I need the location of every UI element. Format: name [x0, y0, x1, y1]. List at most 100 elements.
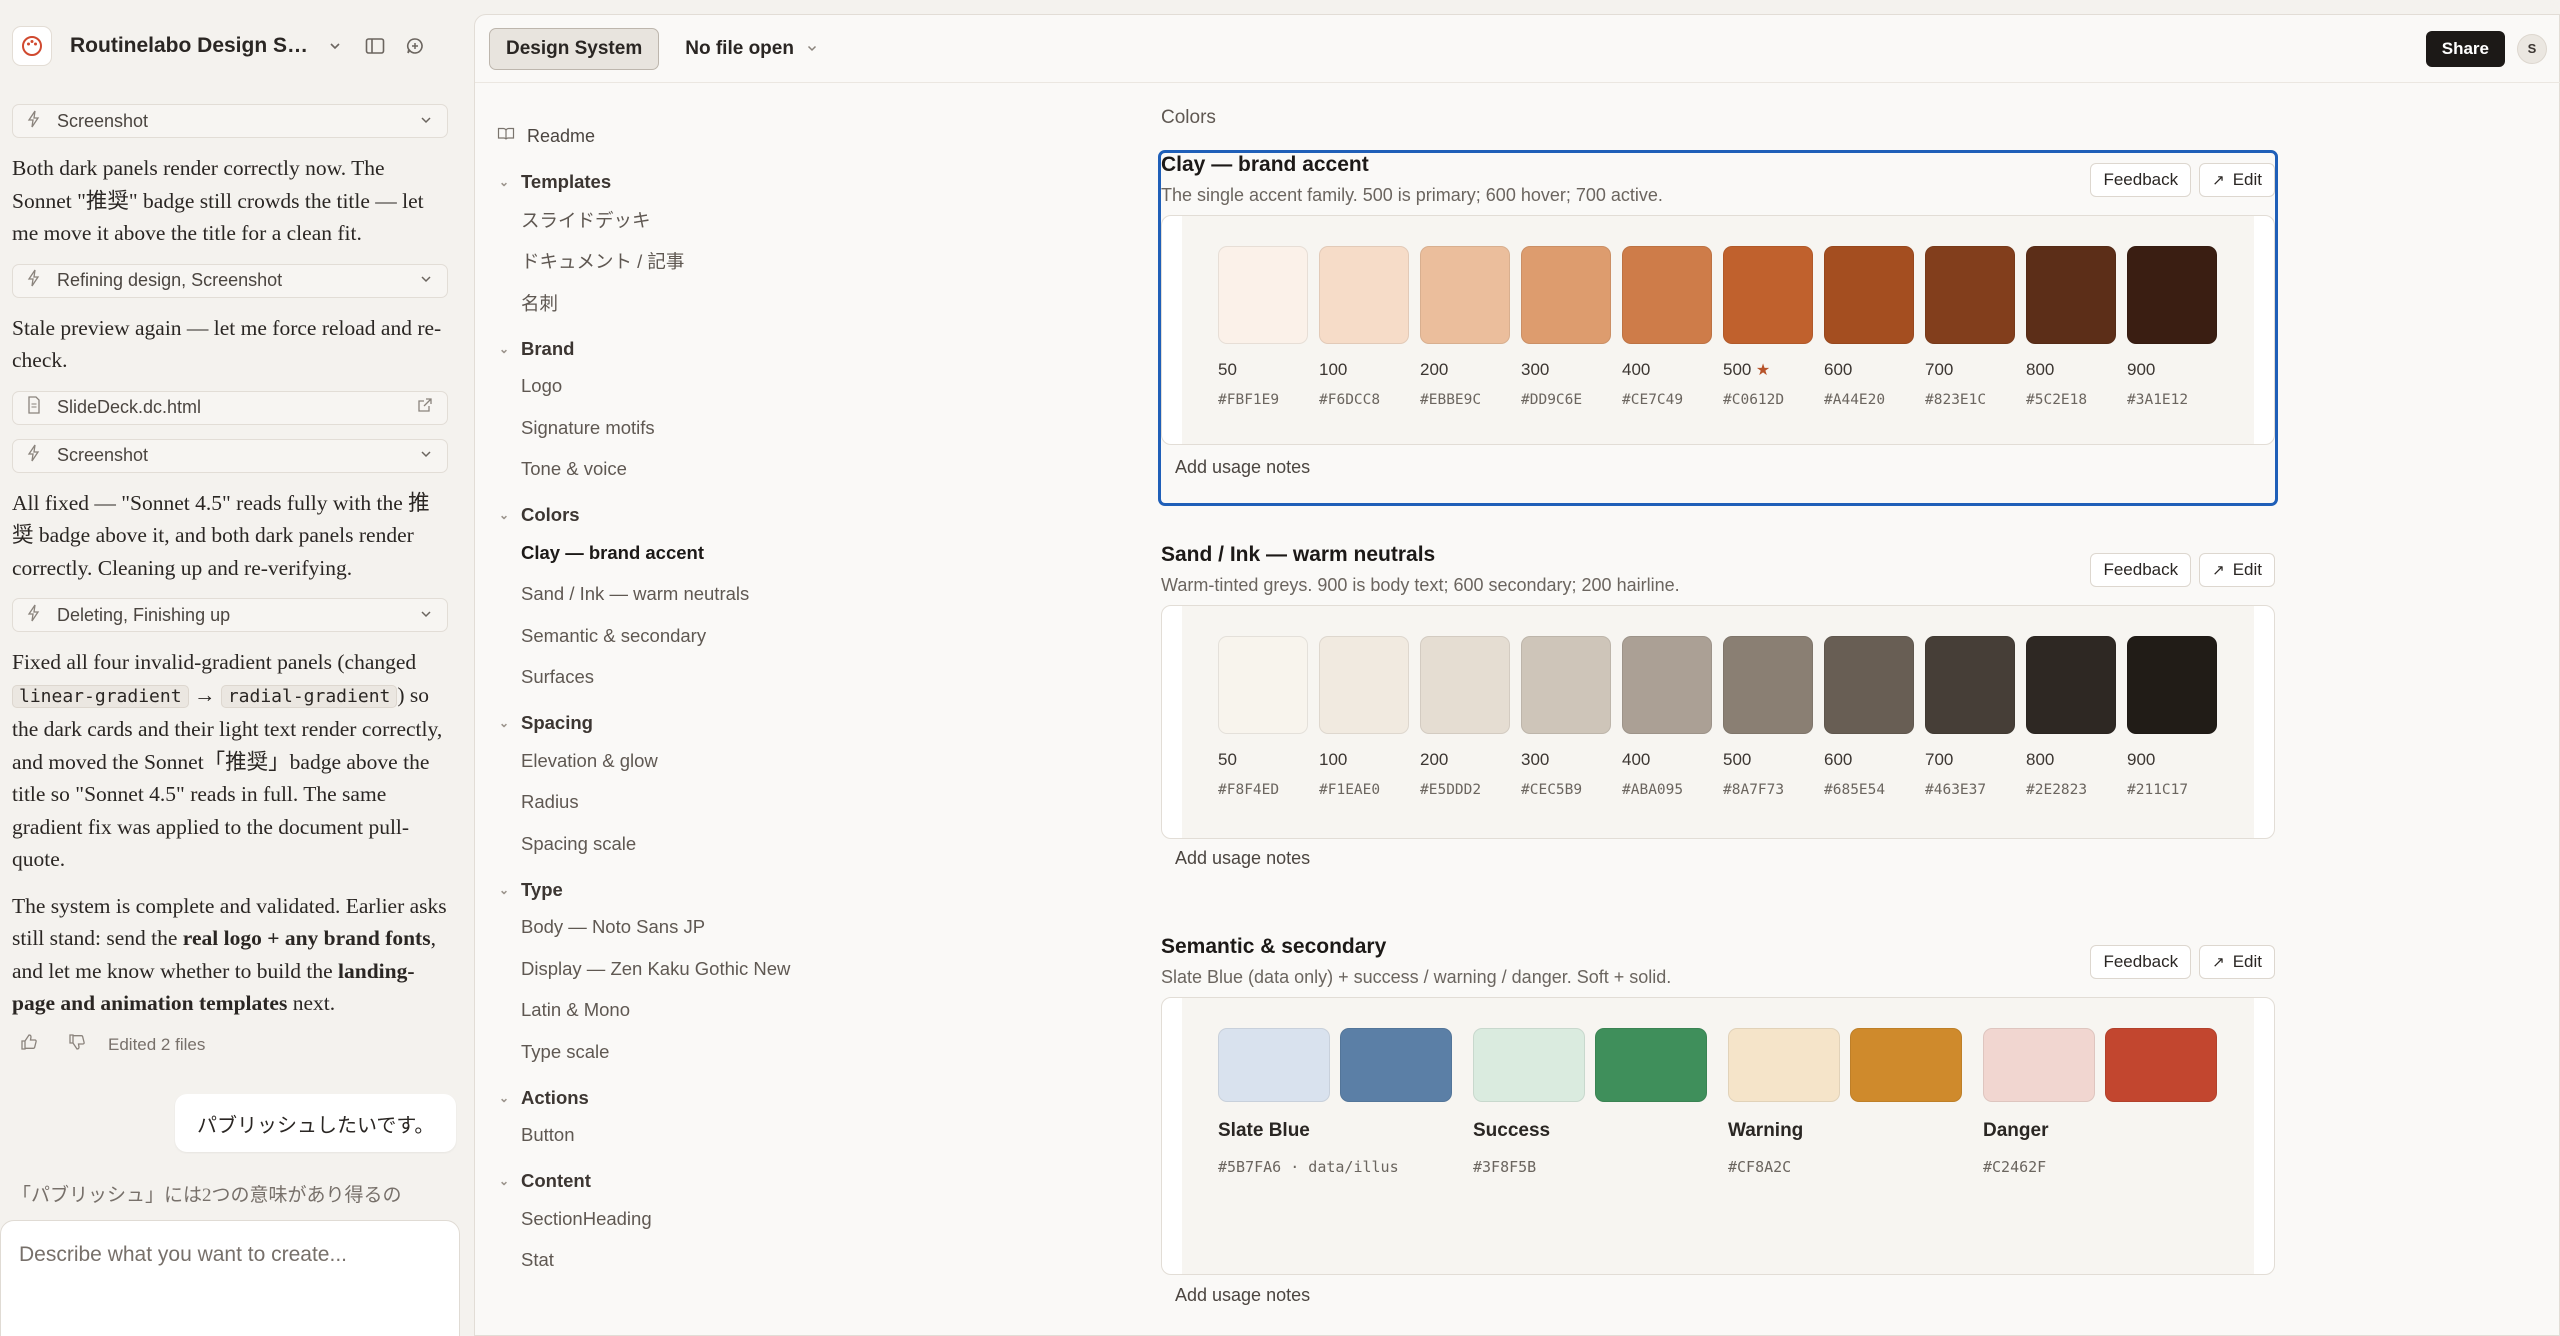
nav-item[interactable]: Elevation & glow [497, 740, 897, 782]
color-swatch[interactable]: 900 #211C17 [2127, 636, 2217, 798]
swatch-chip[interactable] [1622, 246, 1712, 344]
color-swatch[interactable]: 400 #ABA095 [1622, 636, 1712, 798]
tool-call-screenshot[interactable]: Screenshot [12, 104, 448, 138]
swatch-chip[interactable] [1925, 636, 2015, 734]
soft-swatch[interactable] [1983, 1028, 2095, 1102]
swatch-chip[interactable] [1925, 246, 2015, 344]
soft-swatch[interactable] [1473, 1028, 1585, 1102]
color-swatch[interactable]: 500 ★ #C0612D [1723, 246, 1813, 408]
swatch-chip[interactable] [1420, 246, 1510, 344]
swatch-chip[interactable] [2127, 246, 2217, 344]
external-link-icon[interactable] [417, 397, 433, 418]
thumbs-up-icon[interactable] [20, 1033, 38, 1056]
file-attachment[interactable]: SlideDeck.dc.html [12, 390, 448, 425]
swatch-chip[interactable] [1319, 246, 1409, 344]
nav-group-toggle[interactable]: ⌄ Templates [497, 165, 897, 199]
color-swatch[interactable]: 300 #DD9C6E [1521, 246, 1611, 408]
color-swatch[interactable]: 900 #3A1E12 [2127, 246, 2217, 408]
color-swatch[interactable]: 500 #8A7F73 [1723, 636, 1813, 798]
card-sand[interactable]: Sand / Ink — warm neutrals Warm-tinted g… [1161, 543, 2275, 893]
edit-button[interactable]: ↗ Edit [2199, 553, 2275, 587]
color-swatch[interactable]: 300 #CEC5B9 [1521, 636, 1611, 798]
swatch-chip[interactable] [1218, 636, 1308, 734]
soft-swatch[interactable] [1728, 1028, 1840, 1102]
nav-item[interactable]: 名刺 [497, 282, 897, 324]
color-swatch[interactable]: 700 #823E1C [1925, 246, 2015, 408]
swatch-chip[interactable] [2026, 636, 2116, 734]
card-clay[interactable]: Clay — brand accent The single accent fa… [1158, 150, 2278, 506]
color-swatch[interactable]: 600 #A44E20 [1824, 246, 1914, 408]
swatch-chip[interactable] [1521, 246, 1611, 344]
nav-item[interactable]: スライドデッキ [497, 199, 897, 241]
feedback-button[interactable]: Feedback [2090, 553, 2192, 587]
swatch-chip[interactable] [1218, 246, 1308, 344]
swatch-chip[interactable] [1521, 636, 1611, 734]
nav-item[interactable]: Tone & voice [497, 449, 897, 491]
nav-item[interactable]: Signature motifs [497, 407, 897, 449]
swatch-chip[interactable] [1723, 636, 1813, 734]
card-semantic[interactable]: Semantic & secondary Slate Blue (data on… [1161, 935, 2275, 1336]
color-swatch[interactable]: 800 #2E2823 [2026, 636, 2116, 798]
nav-item[interactable]: Body — Noto Sans JP [497, 907, 897, 949]
nav-item[interactable]: Radius [497, 782, 897, 824]
tool-call-screenshot[interactable]: Screenshot [12, 438, 448, 473]
nav-item[interactable]: Stat [497, 1240, 897, 1282]
feedback-button[interactable]: Feedback [2090, 945, 2192, 979]
prompt-input[interactable] [19, 1243, 441, 1267]
color-swatch[interactable]: 200 #E5DDD2 [1420, 636, 1510, 798]
design-system-tab[interactable]: Design System [489, 27, 660, 70]
edited-files-label[interactable]: Edited 2 files [108, 1035, 205, 1055]
share-button[interactable]: Share [2425, 30, 2505, 67]
color-swatch[interactable]: 50 #FBF1E9 [1218, 246, 1308, 408]
nav-item[interactable]: Sand / Ink — warm neutrals [497, 574, 897, 616]
color-swatch[interactable]: 100 #F6DCC8 [1319, 246, 1409, 408]
solid-swatch[interactable] [1595, 1028, 1707, 1102]
nav-group-toggle[interactable]: ⌄ Colors [497, 498, 897, 532]
color-swatch[interactable]: 50 #F8F4ED [1218, 636, 1308, 798]
file-selector[interactable]: No file open [685, 38, 818, 60]
nav-item[interactable]: ドキュメント / 記事 [497, 241, 897, 283]
project-title[interactable]: Routinelabo Design Syst... [70, 34, 315, 58]
solid-swatch[interactable] [1340, 1028, 1452, 1102]
nav-item[interactable]: Display — Zen Kaku Gothic New [497, 948, 897, 990]
nav-item[interactable]: Logo [497, 366, 897, 408]
swatch-chip[interactable] [1319, 636, 1409, 734]
nav-item-active[interactable]: Clay — brand accent [497, 532, 897, 574]
color-swatch[interactable]: 200 #EBBE9C [1420, 246, 1510, 408]
nav-item[interactable]: Semantic & secondary [497, 615, 897, 657]
add-usage-notes[interactable]: Add usage notes [1175, 457, 1310, 478]
nav-group-toggle[interactable]: ⌄ Content [497, 1164, 897, 1198]
color-swatch[interactable]: 800 #5C2E18 [2026, 246, 2116, 408]
swatch-chip[interactable] [1824, 636, 1914, 734]
swatch-chip[interactable] [1824, 246, 1914, 344]
edit-button[interactable]: ↗ Edit [2199, 945, 2275, 979]
soft-swatch[interactable] [1218, 1028, 1330, 1102]
edit-button[interactable]: ↗ Edit [2199, 163, 2275, 197]
nav-group-toggle[interactable]: ⌄ Spacing [497, 706, 897, 740]
feedback-button[interactable]: Feedback [2090, 163, 2192, 197]
chat-scroll[interactable]: Screenshot Both dark panels render corre… [12, 104, 448, 1060]
swatch-chip[interactable] [2127, 636, 2217, 734]
nav-item[interactable]: Spacing scale [497, 823, 897, 865]
nav-item[interactable]: Surfaces [497, 657, 897, 699]
swatch-chip[interactable] [1622, 636, 1712, 734]
tool-call-deleting[interactable]: Deleting, Finishing up [12, 598, 448, 632]
chevron-down-icon[interactable] [315, 26, 355, 66]
nav-group-toggle[interactable]: ⌄ Type [497, 873, 897, 907]
nav-item[interactable]: SectionHeading [497, 1198, 897, 1240]
add-usage-notes[interactable]: Add usage notes [1175, 1285, 1310, 1306]
nav-item[interactable]: Type scale [497, 1031, 897, 1073]
avatar[interactable]: S [2517, 33, 2547, 64]
tool-call-refining[interactable]: Refining design, Screenshot [12, 263, 448, 298]
color-swatch[interactable]: 400 #CE7C49 [1622, 246, 1712, 408]
nav-group-toggle[interactable]: ⌄ Actions [497, 1081, 897, 1115]
nav-item-readme[interactable]: Readme [497, 121, 897, 151]
nav-item[interactable]: Latin & Mono [497, 990, 897, 1032]
solid-swatch[interactable] [1850, 1028, 1962, 1102]
palette-icon[interactable] [12, 26, 52, 66]
nav-item[interactable]: Button [497, 1115, 897, 1157]
swatch-chip[interactable] [2026, 246, 2116, 344]
nav-group-toggle[interactable]: ⌄ Brand [497, 332, 897, 366]
color-swatch[interactable]: 700 #463E37 [1925, 636, 2015, 798]
thumbs-down-icon[interactable] [68, 1033, 86, 1056]
